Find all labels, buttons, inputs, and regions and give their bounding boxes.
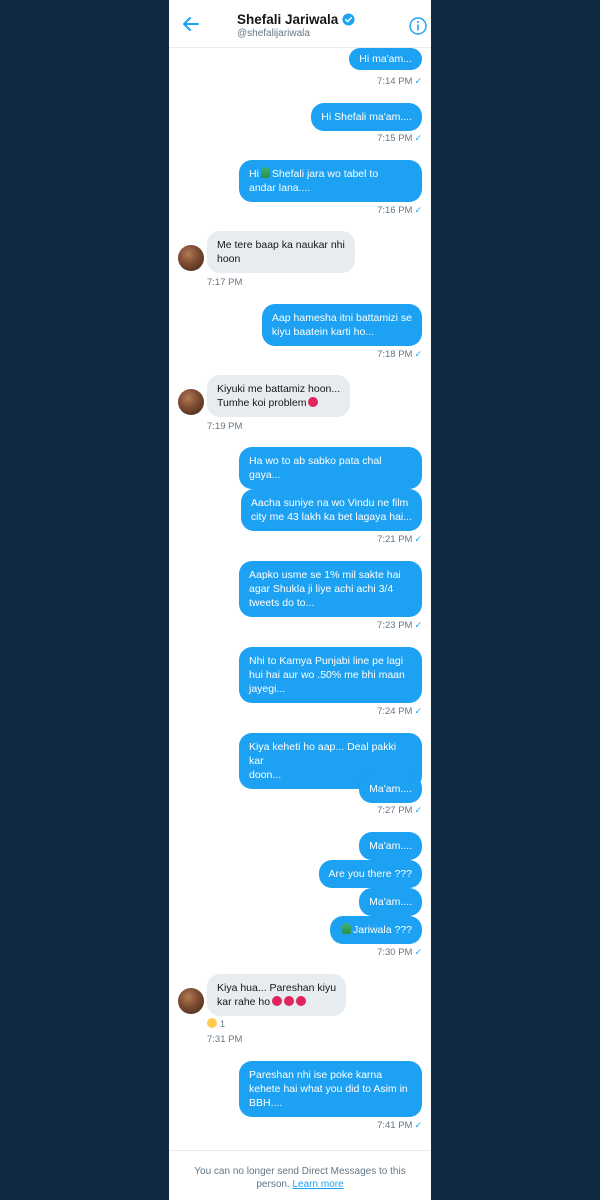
message-text: Kiyuki me battamiz hoon... bbox=[217, 383, 341, 395]
checkmark-icon: ✓ bbox=[414, 805, 422, 815]
message-text: Aacha suniye na wo Vindu ne film bbox=[250, 497, 409, 509]
back-arrow-icon[interactable] bbox=[181, 14, 201, 34]
checkmark-icon: ✓ bbox=[414, 205, 422, 215]
angry-face-icon bbox=[308, 397, 319, 407]
learn-more-link[interactable]: Learn more bbox=[293, 1179, 344, 1190]
message-text: Jariwala ??? bbox=[353, 924, 412, 936]
message-text: Ma'am.... bbox=[369, 896, 412, 908]
message-bubble-sent[interactable]: Nhi to Kamya Punjabi line pe lagi hui ha… bbox=[239, 647, 422, 703]
message-text: Aapko usme se 1% mil sakte hai bbox=[249, 569, 401, 581]
checkmark-icon: ✓ bbox=[414, 947, 422, 957]
message-bubble-sent[interactable]: Aacha suniye na wo Vindu ne film city me… bbox=[240, 489, 422, 531]
message-timestamp: 7:17 PM bbox=[207, 277, 243, 288]
message-timestamp: 7:31 PM bbox=[207, 1034, 243, 1045]
contact-name-text: Shefali Jariwala bbox=[237, 12, 339, 27]
message-bubble-sent[interactable]: Aapko usme se 1% mil sakte hai agar Shuk… bbox=[239, 561, 422, 617]
checkmark-icon: ✓ bbox=[414, 706, 422, 716]
message-text: Kiya keheti ho aap... Deal pakki kar bbox=[249, 741, 397, 767]
message-text: Are you there ??? bbox=[328, 868, 412, 880]
message-text: tweets do to... bbox=[249, 597, 315, 609]
angry-face-icon bbox=[296, 996, 307, 1006]
checkmark-icon: ✓ bbox=[414, 620, 422, 630]
message-bubble-sent[interactable]: Ma'am.... bbox=[359, 775, 422, 803]
angry-face-icon bbox=[272, 996, 283, 1006]
message-bubble-sent[interactable]: Ha wo to ab sabko pata chal gaya... bbox=[239, 447, 422, 489]
contact-avatar[interactable] bbox=[178, 245, 204, 271]
message-text: Ma'am.... bbox=[369, 783, 412, 795]
message-text: hoon bbox=[217, 253, 241, 265]
message-timestamp: 7:16 PM ✓ bbox=[377, 205, 422, 216]
message-timestamp: 7:18 PM ✓ bbox=[377, 349, 422, 360]
message-text: andar lana.... bbox=[249, 182, 311, 194]
checkmark-icon: ✓ bbox=[414, 534, 422, 544]
message-bubble-sent[interactable]: Are you there ??? bbox=[318, 860, 422, 888]
message-text: jayegi... bbox=[249, 683, 286, 695]
message-text: Shefali jara wo tabel to bbox=[271, 168, 379, 180]
message-timestamp: 7:15 PM ✓ bbox=[377, 133, 422, 144]
message-text: Ma'am.... bbox=[369, 840, 412, 852]
message-text: Kiya hua... Pareshan kiyu bbox=[217, 982, 337, 994]
message-bubble-sent[interactable]: Pareshan nhi ise poke karna kehete hai w… bbox=[239, 1061, 422, 1117]
message-text: BBH.... bbox=[249, 1097, 283, 1109]
message-timestamp: 7:41 PM ✓ bbox=[377, 1120, 422, 1131]
dm-disabled-notice: You can no longer send Direct Messages t… bbox=[169, 1150, 431, 1200]
message-timestamp: 7:27 PM ✓ bbox=[377, 805, 422, 816]
message-timestamp: 7:21 PM ✓ bbox=[377, 534, 422, 545]
message-bubble-sent[interactable]: Hi Shefali jara wo tabel to andar lana...… bbox=[239, 160, 422, 202]
message-text: Me tere baap ka naukar nhi bbox=[217, 239, 345, 251]
message-timestamp: 7:30 PM ✓ bbox=[377, 947, 422, 958]
message-timestamp: 7:14 PM ✓ bbox=[377, 76, 422, 87]
checkmark-icon: ✓ bbox=[414, 349, 422, 359]
dm-conversation: Shefali Jariwala @shefalijariwala Hi ma'… bbox=[169, 0, 431, 1200]
message-bubble-sent[interactable]: Jariwala ??? bbox=[330, 916, 422, 944]
message-text: kar rahe ho bbox=[217, 996, 271, 1008]
message-bubble-received[interactable]: Me tere baap ka naukar nhi hoon bbox=[207, 231, 355, 273]
contact-avatar[interactable] bbox=[178, 988, 204, 1014]
contact-name[interactable]: Shefali Jariwala bbox=[237, 12, 355, 27]
message-text: Ha wo to ab sabko pata chal bbox=[249, 455, 382, 467]
notice-text: person. bbox=[256, 1179, 290, 1190]
message-text: kehete hai what you did to Asim in bbox=[249, 1083, 408, 1095]
contact-handle: @shefalijariwala bbox=[237, 28, 310, 39]
emoji-icon bbox=[260, 167, 270, 178]
verified-badge-icon bbox=[342, 13, 355, 26]
message-text: Aap hamesha itni battamizi se bbox=[271, 312, 412, 324]
emoji-icon bbox=[342, 923, 352, 934]
message-timestamp: 7:19 PM bbox=[207, 421, 243, 432]
message-bubble-sent[interactable]: Aap hamesha itni battamizi se kiyu baate… bbox=[261, 304, 422, 346]
message-text: hui hai aur wo .50% me bhi maan bbox=[249, 669, 405, 681]
message-text: Hi bbox=[249, 168, 259, 180]
message-text: doon... bbox=[249, 769, 282, 781]
message-bubble-received[interactable]: Kiya hua... Pareshan kiyu kar rahe ho bbox=[207, 974, 347, 1016]
message-text: agar Shukla ji liye achi achi 3/4 bbox=[249, 583, 394, 595]
message-reaction[interactable]: 1 bbox=[207, 1018, 225, 1029]
contact-avatar[interactable] bbox=[178, 389, 204, 415]
message-text: kiyu baatein karti ho... bbox=[271, 326, 375, 338]
checkmark-icon: ✓ bbox=[414, 1120, 422, 1130]
message-text: city me 43 lakh ka bet lagaya hai... bbox=[250, 511, 412, 523]
message-text: Hi Shefali ma'am.... bbox=[321, 111, 412, 123]
message-bubble-sent[interactable]: Ma'am.... bbox=[359, 888, 422, 916]
message-text: Hi ma'am... bbox=[359, 53, 412, 65]
message-text: Pareshan nhi ise poke karna bbox=[249, 1069, 383, 1081]
message-bubble-sent[interactable]: Hi Shefali ma'am.... bbox=[311, 103, 422, 131]
checkmark-icon: ✓ bbox=[414, 133, 422, 143]
message-text: Nhi to Kamya Punjabi line pe lagi bbox=[249, 655, 404, 667]
checkmark-icon: ✓ bbox=[414, 76, 422, 86]
message-bubble-sent[interactable]: Ma'am.... bbox=[359, 832, 422, 860]
notice-text: You can no longer send Direct Messages t… bbox=[194, 1166, 406, 1177]
message-bubble-received[interactable]: Kiyuki me battamiz hoon... Tumhe koi pro… bbox=[207, 375, 351, 417]
message-text: gaya... bbox=[249, 469, 281, 481]
reaction-count: 1 bbox=[220, 1019, 226, 1029]
conversation-header: Shefali Jariwala @shefalijariwala bbox=[169, 0, 431, 48]
message-text: Tumhe koi problem bbox=[217, 397, 307, 409]
info-icon[interactable] bbox=[409, 17, 427, 35]
angry-face-icon bbox=[284, 996, 295, 1006]
message-bubble-sent[interactable]: Hi ma'am... bbox=[349, 48, 422, 70]
laughing-face-icon bbox=[207, 1018, 217, 1028]
message-timestamp: 7:23 PM ✓ bbox=[377, 620, 422, 631]
message-timestamp: 7:24 PM ✓ bbox=[377, 706, 422, 717]
